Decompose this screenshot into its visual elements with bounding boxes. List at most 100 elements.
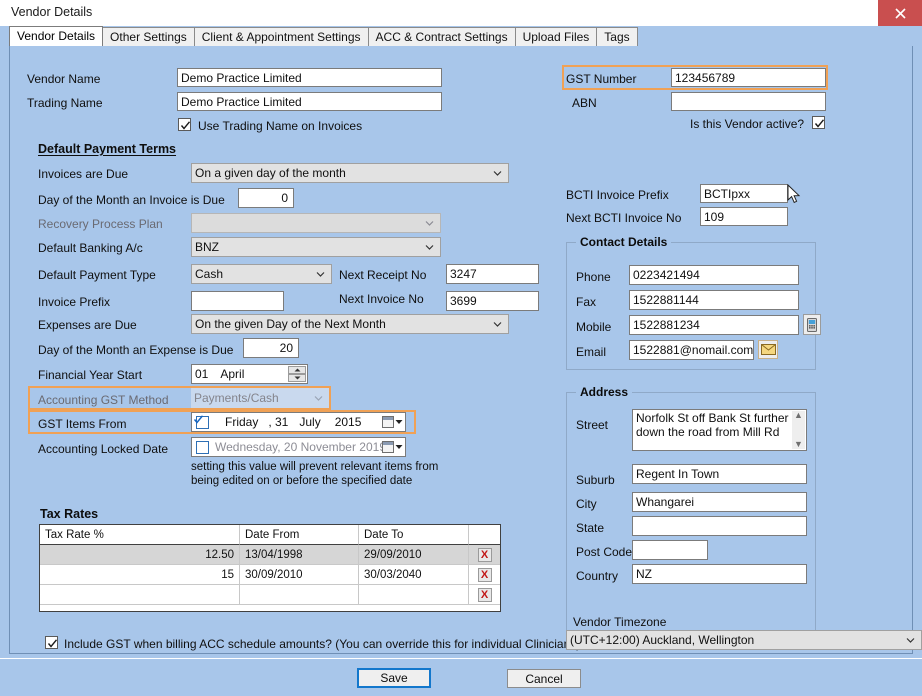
gst-items-from-datepicker[interactable]: Friday , 31 July 2015 xyxy=(191,412,406,432)
table-row[interactable]: 15 30/09/2010 30/03/2040 X xyxy=(40,565,500,585)
gst-items-from-calendar-button[interactable] xyxy=(382,416,403,428)
delete-row-button[interactable]: X xyxy=(478,548,492,562)
day-of-month-invoice-due-label: Day of the Month an Invoice is Due xyxy=(38,193,225,207)
default-banking-ac-select[interactable]: BNZ xyxy=(191,237,441,257)
save-button[interactable]: Save xyxy=(357,668,431,688)
vendor-name-input[interactable]: Demo Practice Limited xyxy=(177,68,442,87)
email-label: Email xyxy=(576,345,606,359)
street-line-2: down the road from Mill Rd xyxy=(636,425,803,439)
expenses-are-due-value: On the given Day of the Next Month xyxy=(195,317,386,331)
sms-button[interactable] xyxy=(803,314,821,335)
next-bcti-invoice-no-label: Next BCTI Invoice No xyxy=(566,211,681,225)
city-label: City xyxy=(576,497,597,511)
vendor-timezone-select[interactable]: (UTC+12:00) Auckland, Wellington xyxy=(566,630,922,650)
cell-date-from xyxy=(240,585,359,605)
fax-input[interactable]: 1522881144 xyxy=(629,290,799,310)
recovery-process-plan-label: Recovery Process Plan xyxy=(38,217,163,231)
expenses-are-due-select[interactable]: On the given Day of the Next Month xyxy=(191,314,509,334)
phone-label: Phone xyxy=(576,270,611,284)
invoices-are-due-value: On a given day of the month xyxy=(195,166,346,180)
gst-number-input[interactable]: 123456789 xyxy=(671,68,826,87)
tab-upload-files[interactable]: Upload Files xyxy=(515,27,598,46)
tab-tags[interactable]: Tags xyxy=(596,27,637,46)
street-scrollbar[interactable]: ▲ ▼ xyxy=(792,411,805,449)
trading-name-label: Trading Name xyxy=(27,96,103,110)
financial-year-start-input[interactable]: 01 April xyxy=(191,364,308,384)
abn-input[interactable] xyxy=(671,92,826,111)
fy-start-spinner[interactable] xyxy=(288,366,306,382)
cell-delete[interactable]: X xyxy=(469,565,500,585)
accounting-gst-method-value: Payments/Cash xyxy=(194,391,279,405)
state-label: State xyxy=(576,521,604,535)
trading-name-input[interactable]: Demo Practice Limited xyxy=(177,92,442,111)
city-input[interactable]: Whangarei xyxy=(632,492,807,512)
invoice-prefix-input[interactable] xyxy=(191,291,284,311)
chevron-down-icon xyxy=(395,444,403,450)
next-bcti-invoice-no-input[interactable]: 109 xyxy=(700,207,788,226)
default-banking-ac-label: Default Banking A/c xyxy=(38,241,143,255)
recovery-process-plan-select[interactable] xyxy=(191,213,441,233)
chevron-down-icon xyxy=(395,419,403,425)
use-trading-name-checkbox[interactable] xyxy=(178,118,191,131)
gst-number-label: GST Number xyxy=(566,72,636,86)
cell-date-to xyxy=(359,585,469,605)
phone-input[interactable]: 0223421494 xyxy=(629,265,799,285)
suburb-input[interactable]: Regent In Town xyxy=(632,464,807,484)
cell-delete[interactable]: X xyxy=(469,585,500,605)
accounting-locked-date-calendar-button[interactable] xyxy=(382,441,403,453)
calendar-icon xyxy=(382,441,394,453)
accounting-gst-method-select[interactable]: Payments/Cash xyxy=(191,388,329,408)
gst-items-from-checkbox[interactable] xyxy=(196,416,209,429)
tab-client-appointment-settings[interactable]: Client & Appointment Settings xyxy=(194,27,369,46)
mobile-input[interactable]: 1522881234 xyxy=(629,315,799,335)
invoices-are-due-select[interactable]: On a given day of the month xyxy=(191,163,509,183)
send-email-button[interactable] xyxy=(758,340,778,359)
include-gst-acc-checkbox[interactable] xyxy=(45,636,58,649)
delete-row-button[interactable]: X xyxy=(478,568,492,582)
vendor-active-checkbox[interactable] xyxy=(812,116,825,129)
vendor-timezone-label: Vendor Timezone xyxy=(573,615,666,629)
next-receipt-no-input[interactable]: 3247 xyxy=(446,264,539,284)
gst-items-from-label: GST Items From xyxy=(38,417,126,431)
cell-date-to: 30/03/2040 xyxy=(359,565,469,585)
cell-tax-rate: 15 xyxy=(40,565,240,585)
post-code-input[interactable] xyxy=(632,540,708,560)
include-gst-acc-label: Include GST when billing ACC schedule am… xyxy=(64,637,580,651)
address-title: Address xyxy=(576,385,632,399)
next-invoice-no-input[interactable]: 3699 xyxy=(446,291,539,311)
bcti-invoice-prefix-label: BCTI Invoice Prefix xyxy=(566,188,669,202)
cancel-button[interactable]: Cancel xyxy=(507,669,581,688)
delete-row-button[interactable]: X xyxy=(478,588,492,602)
tax-rates-title: Tax Rates xyxy=(40,507,98,521)
tab-vendor-details[interactable]: Vendor Details xyxy=(9,26,103,46)
bcti-invoice-prefix-input[interactable]: BCTIpxx xyxy=(700,184,788,203)
close-button[interactable] xyxy=(878,0,922,26)
locked-date-hint-line2: being edited on or before the specified … xyxy=(191,475,412,487)
tab-other-settings[interactable]: Other Settings xyxy=(102,27,195,46)
gst-items-from-weekday: Friday xyxy=(225,415,258,429)
default-payment-type-select[interactable]: Cash xyxy=(191,264,332,284)
cell-tax-rate: 12.50 xyxy=(40,545,240,565)
day-of-month-invoice-due-input[interactable]: 0 xyxy=(238,188,294,208)
accounting-locked-date-datepicker[interactable]: Wednesday, 20 November 2019 xyxy=(191,437,406,457)
cell-delete[interactable]: X xyxy=(469,545,500,565)
tax-rates-grid[interactable]: Tax Rate % Date From Date To 12.50 13/04… xyxy=(39,524,501,612)
vendor-name-label: Vendor Name xyxy=(27,72,100,86)
email-input[interactable]: 1522881@nomail.com xyxy=(629,340,754,360)
day-of-month-expense-due-input[interactable]: 20 xyxy=(243,338,299,358)
table-row[interactable]: 12.50 13/04/1998 29/09/2010 X xyxy=(40,545,500,565)
scroll-up-icon[interactable]: ▲ xyxy=(794,411,803,420)
country-input[interactable]: NZ xyxy=(632,564,807,584)
table-row[interactable]: X xyxy=(40,585,500,605)
scroll-down-icon[interactable]: ▼ xyxy=(794,440,803,449)
invoices-are-due-label: Invoices are Due xyxy=(38,167,128,181)
default-banking-ac-value: BNZ xyxy=(195,240,219,254)
state-input[interactable] xyxy=(632,516,807,536)
check-icon xyxy=(814,118,825,129)
post-code-label: Post Code xyxy=(576,545,632,559)
street-textarea[interactable]: Norfolk St off Bank St further down the … xyxy=(632,409,807,451)
spinner-up-icon xyxy=(288,366,306,374)
accounting-locked-date-checkbox[interactable] xyxy=(196,441,209,454)
tab-acc-contract-settings[interactable]: ACC & Contract Settings xyxy=(368,27,516,46)
tax-rates-header-row: Tax Rate % Date From Date To xyxy=(40,525,500,545)
